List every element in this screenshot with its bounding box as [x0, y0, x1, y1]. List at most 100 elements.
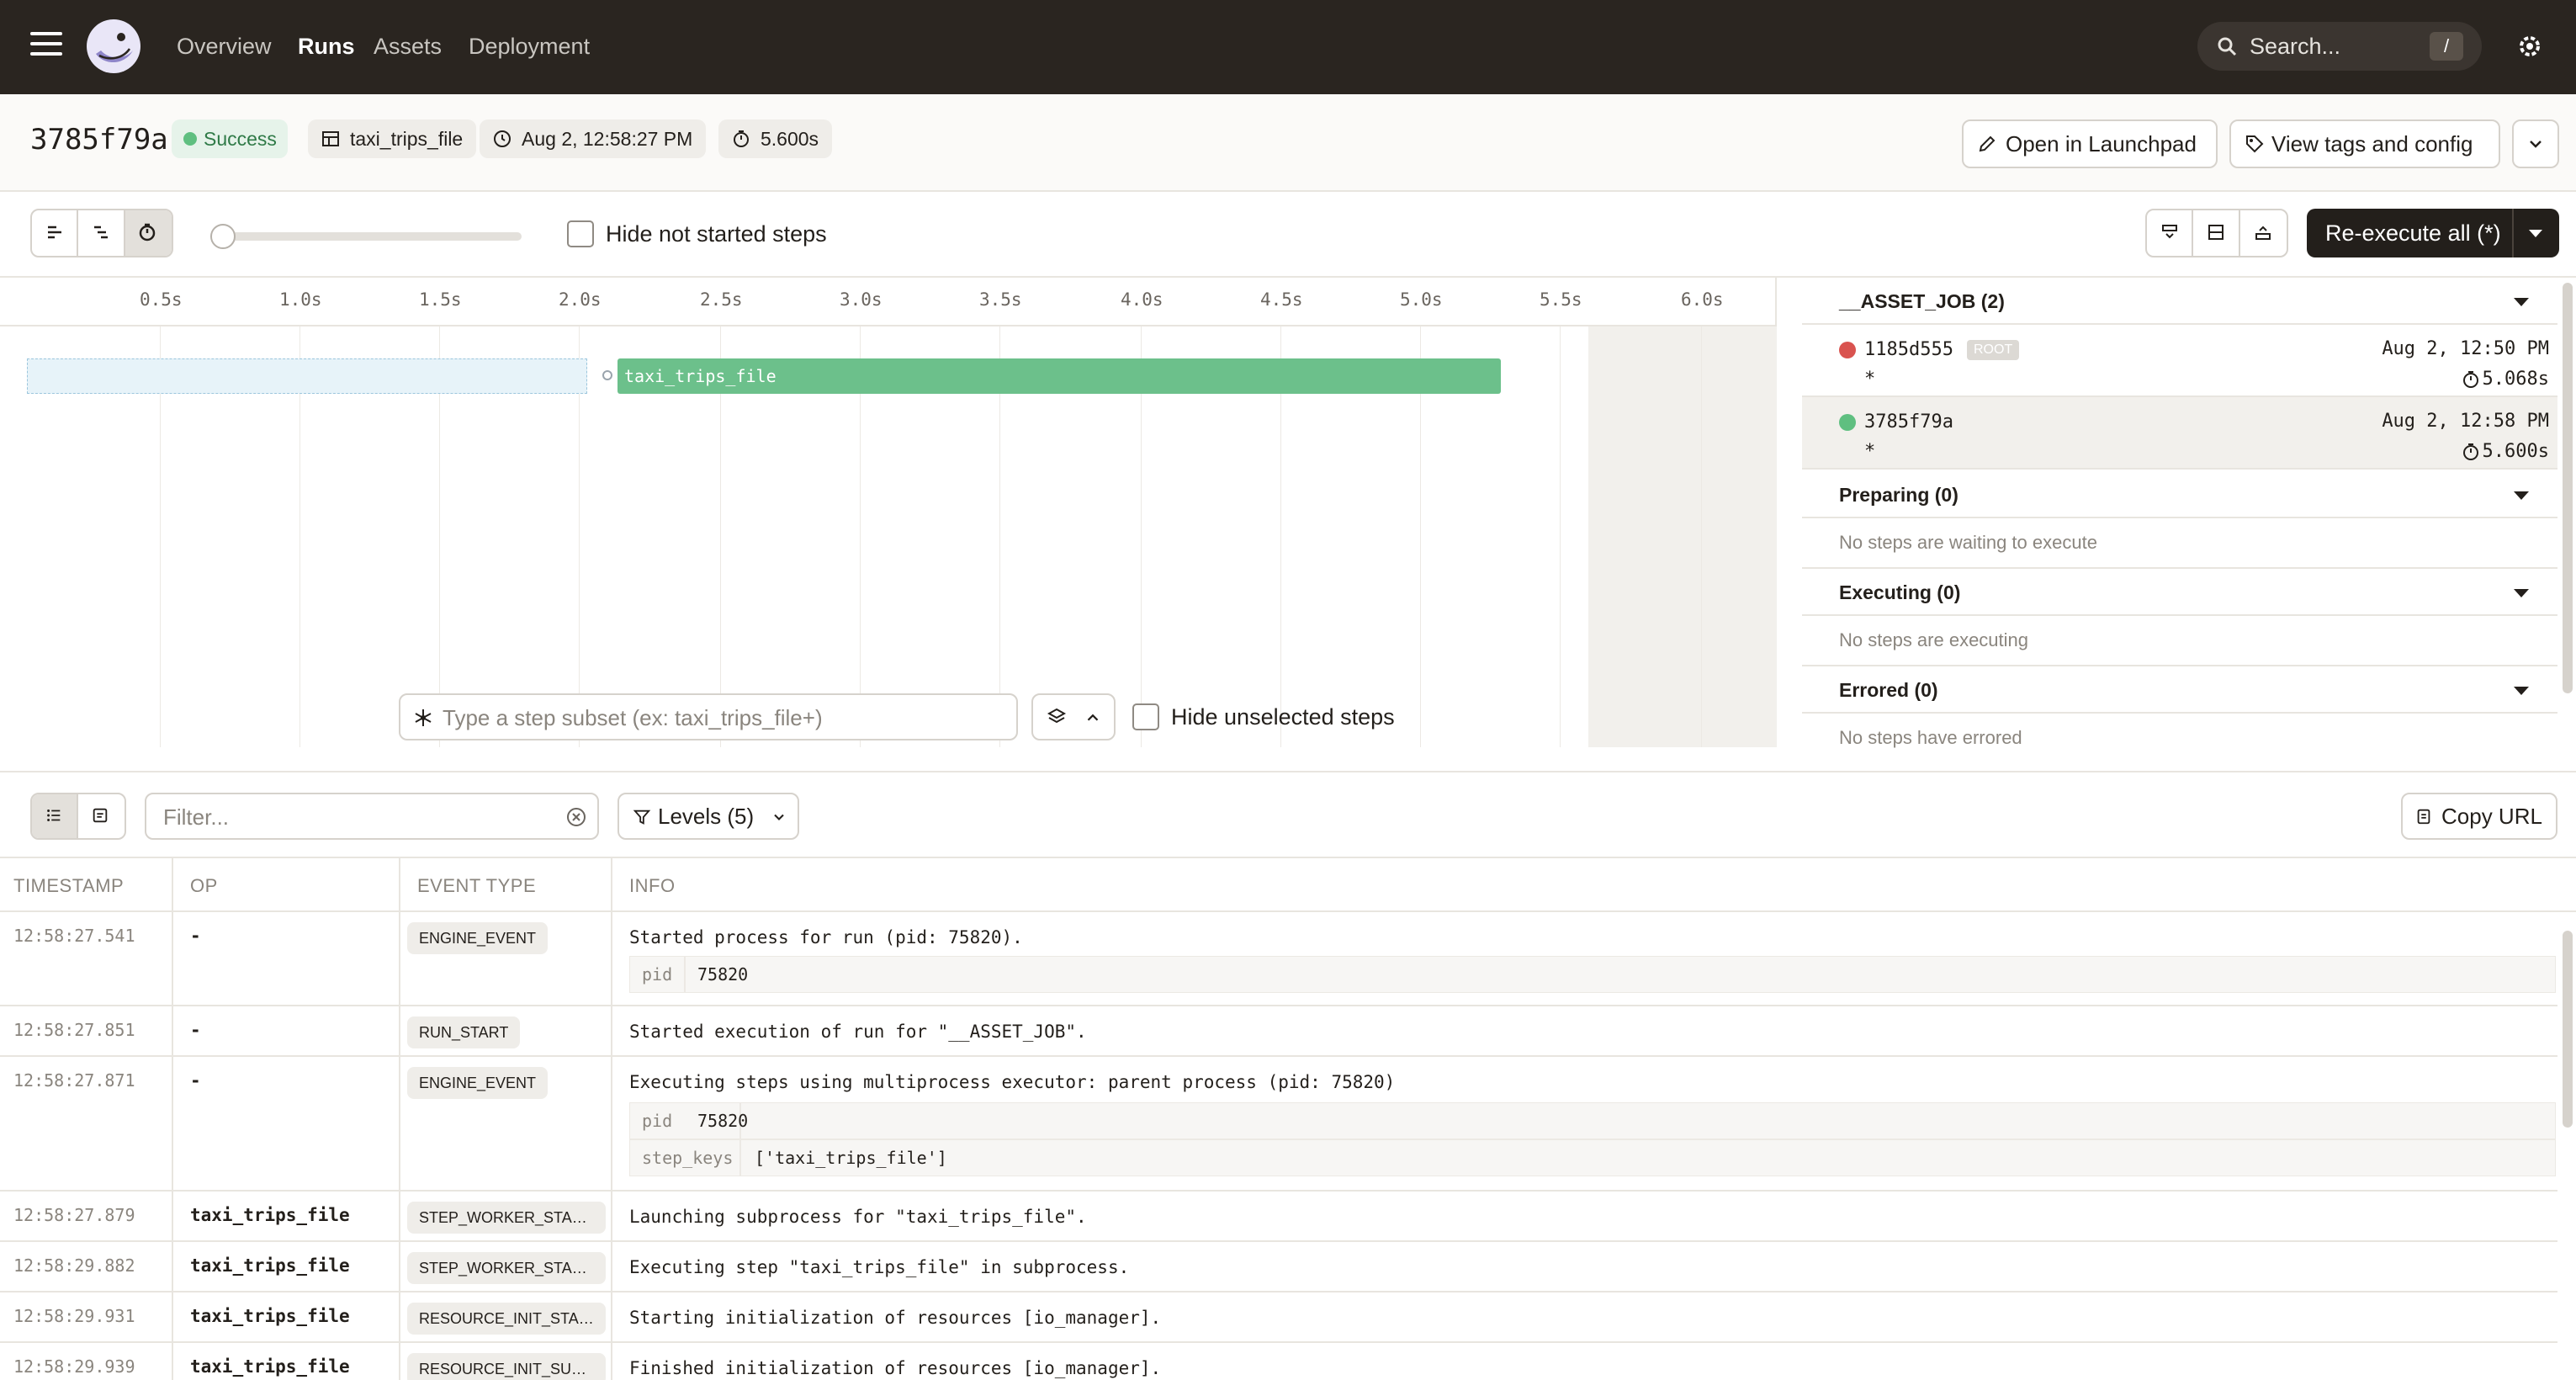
clear-icon[interactable] — [565, 806, 587, 828]
column-header-timestamp: TIMESTAMP — [13, 875, 125, 896]
row-op: taxi_trips_file — [190, 1255, 350, 1276]
executing-title: Executing (0) — [1839, 581, 1961, 603]
flat-view-button[interactable] — [32, 210, 79, 256]
start-time: Aug 2, 12:58:27 PM — [522, 128, 693, 150]
open-launchpad-button[interactable]: Open in Launchpad — [1962, 119, 2218, 168]
reexecute-label: Re-execute all (*) — [2325, 220, 2501, 246]
more-actions-button[interactable] — [2512, 119, 2559, 168]
tick-label: 2.0s — [559, 289, 602, 310]
event-type-badge: STEP_WORKER_STARTI... — [407, 1202, 606, 1234]
caret-down-icon[interactable] — [2514, 589, 2529, 597]
caret-down-icon[interactable] — [2514, 298, 2529, 306]
column-header-op: OP — [190, 875, 218, 896]
panel-scrollbar[interactable] — [2563, 283, 2573, 693]
metadata-entry: pid 75820 — [629, 1102, 2556, 1139]
hide-not-started-label[interactable]: Hide not started steps — [606, 220, 827, 247]
run-time: Aug 2, 12:58 PM — [2382, 411, 2549, 432]
split-view-button[interactable] — [2193, 210, 2240, 256]
hide-unselected-checkbox[interactable] — [1132, 703, 1159, 730]
job-tag[interactable]: taxi_trips_file — [308, 119, 477, 158]
log-table-header: TIMESTAMP OP EVENT TYPE INFO — [0, 858, 2576, 912]
table-row[interactable]: 12:58:27.851 - RUN_START Started executi… — [0, 1006, 2557, 1057]
view-tags-button[interactable]: View tags and config — [2229, 119, 2500, 168]
gantt-chart: 0.5s 1.0s 1.5s 2.0s 2.5s 3.0s 3.5s 4.0s … — [0, 278, 1777, 747]
table-row[interactable]: 12:58:27.879 taxi_trips_file STEP_WORKER… — [0, 1192, 2557, 1242]
collapse-bottom-button[interactable] — [2240, 210, 2287, 256]
event-type-badge: STEP_WORKER_STARTED — [407, 1252, 606, 1284]
event-type-badge: RUN_START — [407, 1016, 521, 1048]
row-op: taxi_trips_file — [190, 1356, 350, 1377]
nav-deployment[interactable]: Deployment — [469, 32, 590, 61]
job-section-header[interactable]: __ASSET_JOB (2) — [1802, 278, 2557, 325]
copy-url-button[interactable]: Copy URL — [2401, 793, 2557, 840]
table-row[interactable]: 12:58:29.931 taxi_trips_file RESOURCE_IN… — [0, 1292, 2557, 1343]
status-badge: Success — [172, 119, 288, 158]
row-op: - — [190, 1020, 201, 1040]
zoom-slider-track[interactable] — [210, 232, 522, 241]
column-header-info: INFO — [629, 875, 676, 896]
step-bar-taxi-trips-file[interactable]: taxi_trips_file — [617, 358, 1501, 394]
log-scrollbar[interactable] — [2563, 931, 2573, 1128]
table-row[interactable]: 12:58:27.541 - ENGINE_EVENT Started proc… — [0, 912, 2557, 1006]
search-input[interactable]: Search... / — [2197, 22, 2482, 71]
tick-label: 5.0s — [1400, 289, 1443, 310]
menu-icon[interactable] — [30, 32, 62, 57]
table-row[interactable]: 12:58:27.871 - ENGINE_EVENT Executing st… — [0, 1057, 2557, 1192]
nav-overview[interactable]: Overview — [177, 32, 272, 61]
copy-url-label: Copy URL — [2441, 804, 2542, 829]
search-icon — [2218, 37, 2237, 56]
timer-icon — [139, 223, 155, 242]
hide-unselected-label[interactable]: Hide unselected steps — [1171, 703, 1395, 730]
status-dot — [183, 132, 197, 146]
errored-section-header[interactable]: Errored (0) — [1802, 666, 2557, 714]
run-id: 3785f79a — [30, 123, 168, 157]
caret-down-icon[interactable] — [2514, 491, 2529, 500]
reexecute-all-button[interactable]: Re-execute all (*) — [2307, 209, 2559, 257]
nav-assets[interactable]: Assets — [374, 32, 442, 61]
chevron-up-icon — [1087, 714, 1099, 721]
asterisk-graph-icon — [415, 709, 432, 726]
panel-top-icon — [2162, 225, 2177, 239]
gear-icon[interactable] — [2515, 32, 2544, 61]
timed-view-button[interactable] — [125, 210, 172, 256]
preparing-section-header[interactable]: Preparing (0) — [1802, 471, 2557, 518]
run-time: Aug 2, 12:50 PM — [2382, 338, 2549, 359]
levels-dropdown[interactable]: Levels (5) — [617, 793, 799, 840]
run-list-item[interactable]: 1185d555 ROOT * Aug 2, 12:50 PM 5.068s — [1802, 325, 2557, 397]
metadata-key: pid — [630, 957, 686, 992]
caret-down-icon[interactable] — [2514, 687, 2529, 695]
duration-tag: 5.600s — [718, 119, 833, 158]
run-list-item-selected[interactable]: 3785f79a * Aug 2, 12:58 PM 5.600s — [1802, 397, 2557, 470]
log-filter-input[interactable]: Filter... — [145, 793, 599, 840]
table-row[interactable]: 12:58:29.939 taxi_trips_file RESOURCE_IN… — [0, 1343, 2557, 1380]
row-op: - — [190, 926, 201, 946]
dagster-logo[interactable] — [84, 17, 143, 76]
collapse-top-button[interactable] — [2147, 210, 2194, 256]
tick-label: 4.0s — [1121, 289, 1163, 310]
structured-view-button[interactable] — [32, 794, 78, 838]
caret-down-icon[interactable] — [2529, 230, 2542, 237]
subset-layers-button[interactable] — [1031, 693, 1116, 740]
time-axis: 0.5s 1.0s 1.5s 2.0s 2.5s 3.0s 3.5s 4.0s … — [0, 278, 1777, 326]
step-subset-placeholder: Type a step subset (ex: taxi_trips_file+… — [443, 705, 823, 730]
hide-not-started-checkbox[interactable] — [567, 220, 594, 247]
zoom-slider-thumb[interactable] — [210, 224, 236, 249]
row-timestamp: 12:58:27.879 — [13, 1205, 135, 1225]
waterfall-view-icon — [94, 226, 109, 239]
row-info: Started process for run (pid: 75820). — [629, 927, 1023, 947]
run-id: 1185d555 — [1864, 339, 1953, 360]
gridline — [1560, 326, 1561, 747]
tick-label: 5.5s — [1540, 289, 1582, 310]
run-status-dot — [1839, 342, 1856, 358]
executing-section-header[interactable]: Executing (0) — [1802, 569, 2557, 616]
future-region — [1588, 326, 1777, 747]
waterfall-view-button[interactable] — [78, 210, 125, 256]
raw-view-button[interactable] — [78, 794, 125, 838]
event-type-badge: RESOURCE_INIT_SUCC... — [407, 1353, 606, 1380]
step-subset-input[interactable]: Type a step subset (ex: taxi_trips_file+… — [399, 693, 1018, 740]
row-info: Executing step "taxi_trips_file" in subp… — [629, 1257, 1130, 1277]
row-op: taxi_trips_file — [190, 1205, 350, 1225]
table-row[interactable]: 12:58:29.882 taxi_trips_file STEP_WORKER… — [0, 1242, 2557, 1292]
nav-runs[interactable]: Runs — [298, 32, 355, 61]
tag-icon — [2246, 135, 2264, 153]
